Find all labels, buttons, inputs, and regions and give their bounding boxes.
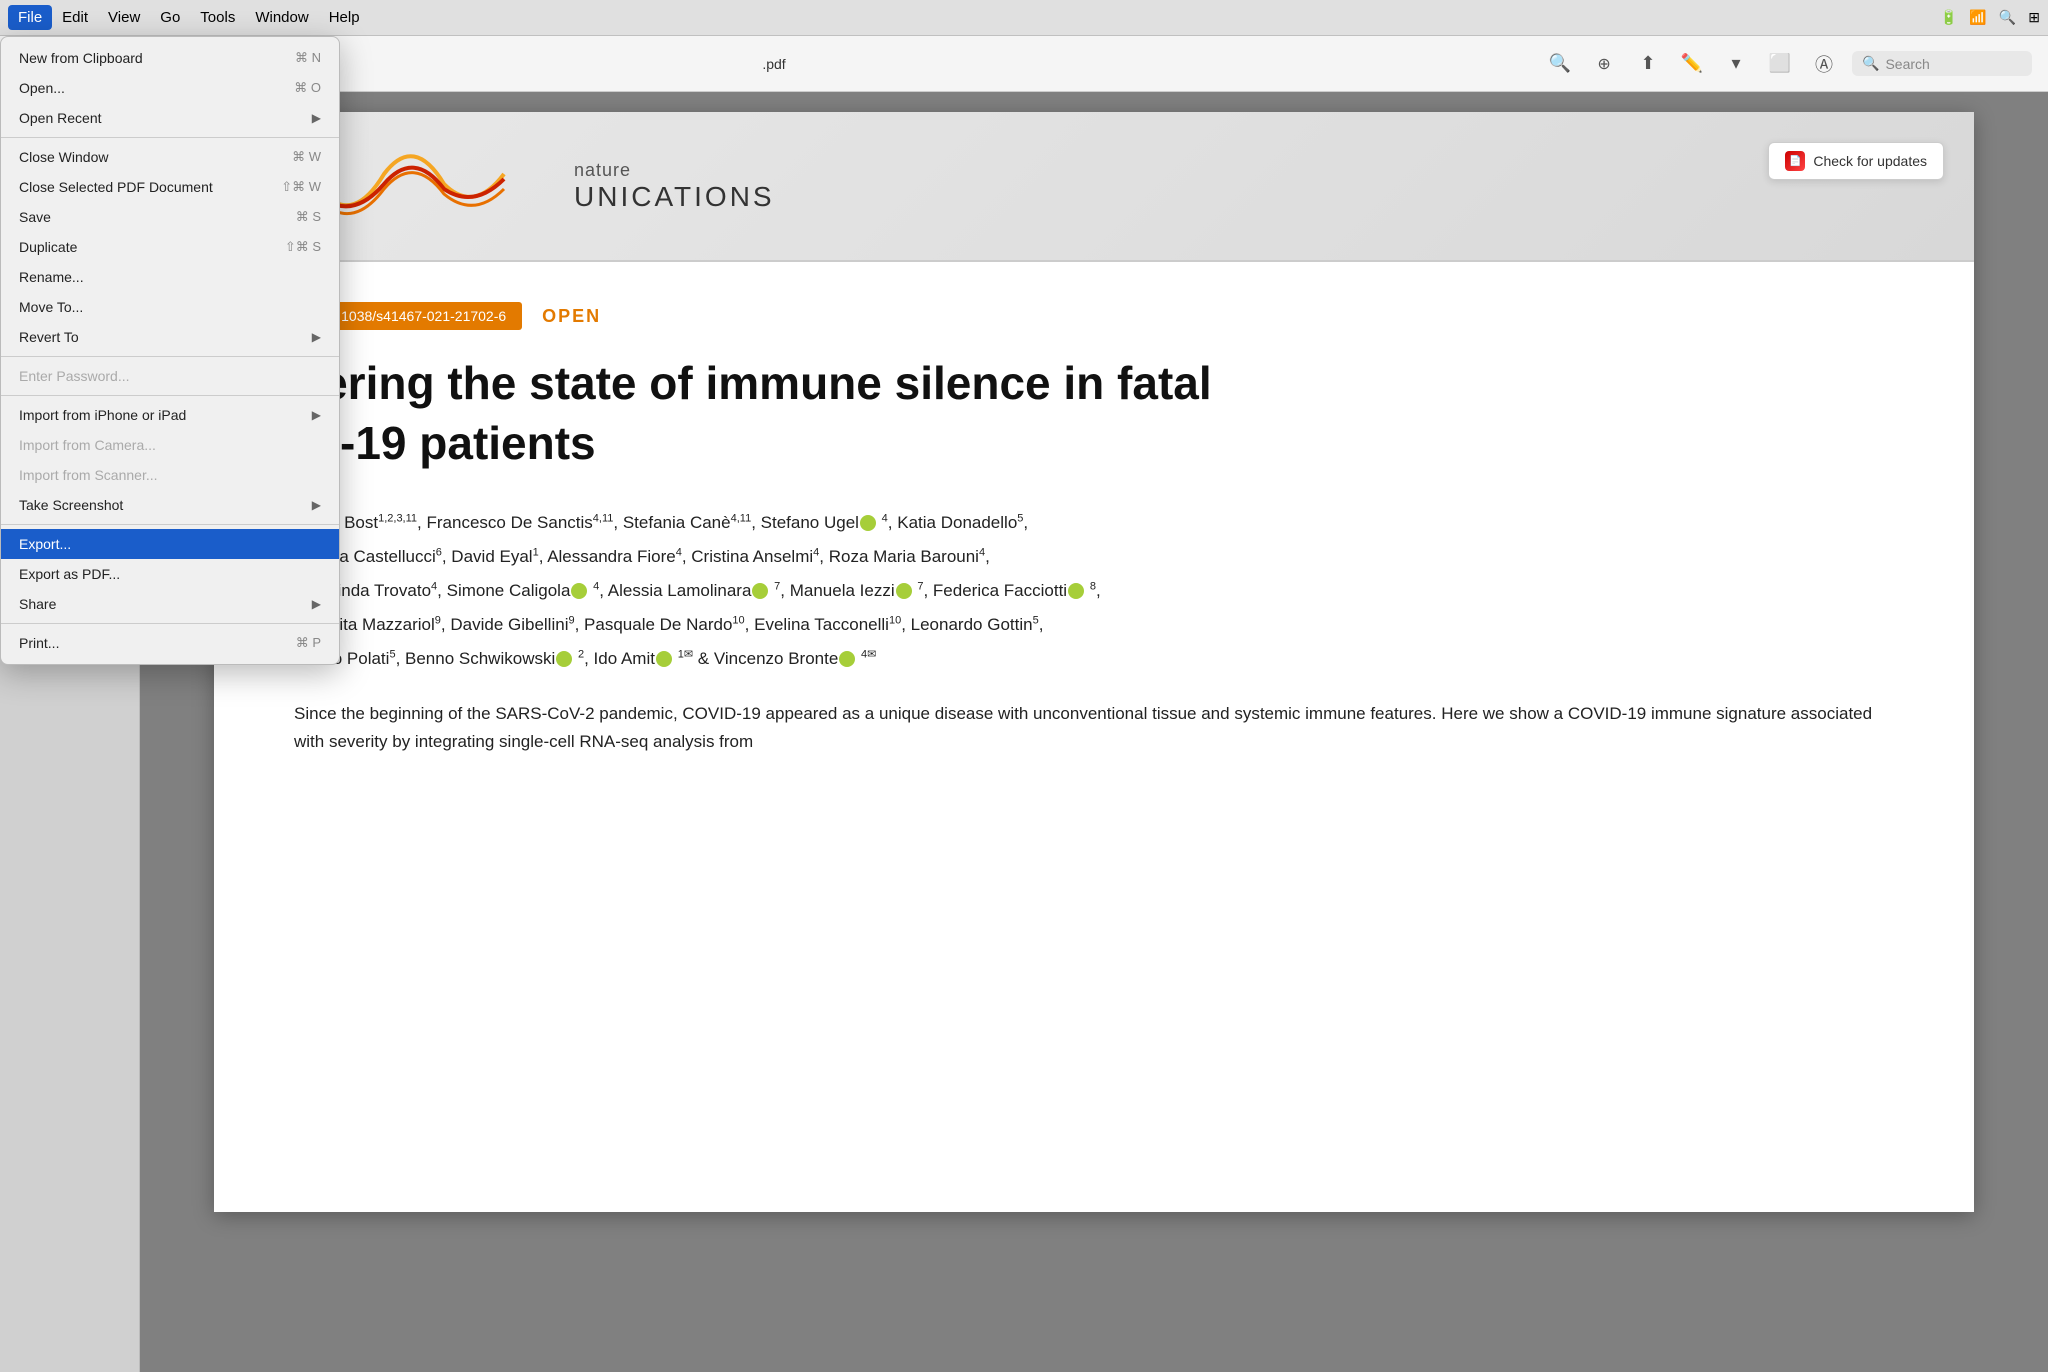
info-button[interactable]: Ⓐ (1808, 48, 1840, 80)
menu-bar: File Edit View Go Tools Window Help 🔋 📶 … (0, 0, 2048, 36)
submenu-arrow: ▶ (312, 498, 321, 512)
menu-help[interactable]: Help (319, 5, 370, 30)
submenu-arrow: ▶ (312, 597, 321, 611)
menu-item-take-screenshot[interactable]: Take Screenshot ▶ (1, 490, 339, 520)
menu-window[interactable]: Window (245, 5, 318, 30)
menu-item-shortcut: ⌘ W (292, 149, 321, 165)
menu-item-label: Save (19, 209, 51, 225)
journal-header: nature UNICATIONS (214, 112, 1974, 262)
menu-item-save[interactable]: Save ⌘ S (1, 202, 339, 232)
file-dropdown-menu: New from Clipboard ⌘ N Open... ⌘ O Open … (0, 36, 340, 665)
menu-item-shortcut: ⇧⌘ S (285, 239, 321, 255)
menu-item-label: Revert To (19, 329, 79, 345)
menu-item-export[interactable]: Export... (1, 529, 339, 559)
menu-item-print[interactable]: Print... ⌘ P (1, 628, 339, 658)
menu-edit[interactable]: Edit (52, 5, 98, 30)
open-access-badge: OPEN (542, 306, 601, 327)
menu-divider-3 (1, 395, 339, 396)
annotate-button[interactable]: ✏️ (1676, 48, 1708, 80)
menu-item-share[interactable]: Share ▶ (1, 589, 339, 619)
menu-item-label: Open Recent (19, 110, 102, 126)
check-updates-label: Check for updates (1813, 153, 1927, 169)
menu-item-label: Close Selected PDF Document (19, 179, 213, 195)
annotate-dropdown[interactable]: ▾ (1720, 48, 1752, 80)
menu-item-import-scanner: Import from Scanner... (1, 460, 339, 490)
menu-item-shortcut: ⇧⌘ W (281, 179, 321, 195)
abstract-text: Since the beginning of the SARS-CoV-2 pa… (294, 700, 1894, 758)
menu-item-label: Export... (19, 536, 71, 552)
menu-item-close-pdf[interactable]: Close Selected PDF Document ⇧⌘ W (1, 172, 339, 202)
menu-item-duplicate[interactable]: Duplicate ⇧⌘ S (1, 232, 339, 262)
control-center-icon[interactable]: ⊞ (2028, 9, 2040, 26)
menu-item-import-iphone[interactable]: Import from iPhone or iPad ▶ (1, 400, 339, 430)
search-icon-small: 🔍 (1862, 55, 1879, 72)
menu-item-open[interactable]: Open... ⌘ O (1, 73, 339, 103)
share-button[interactable]: ⬆ (1632, 48, 1664, 80)
menu-item-label: Import from Camera... (19, 437, 156, 453)
submenu-arrow: ▶ (312, 408, 321, 422)
menu-item-label: Import from iPhone or iPad (19, 407, 186, 423)
menu-go[interactable]: Go (150, 5, 190, 30)
zoom-out-button[interactable]: 🔍 (1544, 48, 1576, 80)
sidebar-toggle[interactable]: ⬜ (1764, 48, 1796, 80)
pdf-page: 📄 Check for updates nature UNICATIONS (214, 112, 1974, 1212)
menu-item-shortcut: ⌘ N (295, 50, 321, 66)
menu-item-shortcut: ⌘ S (296, 209, 321, 225)
menu-item-label: New from Clipboard (19, 50, 143, 66)
menu-item-close-window[interactable]: Close Window ⌘ W (1, 142, 339, 172)
menu-item-label: Share (19, 596, 56, 612)
menu-tools[interactable]: Tools (190, 5, 245, 30)
menu-item-label: Print... (19, 635, 59, 651)
zoom-in-button[interactable]: ⊕ (1588, 48, 1620, 80)
menu-item-shortcut: ⌘ O (294, 80, 321, 96)
menu-divider-5 (1, 623, 339, 624)
submenu-arrow: ▶ (312, 330, 321, 344)
menu-item-label: Close Window (19, 149, 108, 165)
authors-section: Pierre Bost1,2,3,11, Francesco De Sancti… (294, 506, 1894, 676)
menu-item-label: Rename... (19, 269, 84, 285)
menu-item-open-recent[interactable]: Open Recent ▶ (1, 103, 339, 133)
menu-divider-2 (1, 356, 339, 357)
menu-item-label: Take Screenshot (19, 497, 123, 513)
pdf-main-view: 📄 Check for updates nature UNICATIONS (140, 92, 2048, 1372)
check-updates-button[interactable]: 📄 Check for updates (1768, 142, 1944, 180)
menu-item-label: Open... (19, 80, 65, 96)
menu-item-new-clipboard[interactable]: New from Clipboard ⌘ N (1, 43, 339, 73)
doi-section: g/10.1038/s41467-021-21702-6 OPEN (294, 302, 1894, 330)
readdle-icon: 📄 (1785, 151, 1805, 171)
search-placeholder: Search (1885, 56, 1929, 72)
menu-file[interactable]: File (8, 5, 52, 30)
menu-item-move-to[interactable]: Move To... (1, 292, 339, 322)
menu-divider-1 (1, 137, 339, 138)
menu-item-import-camera: Import from Camera... (1, 430, 339, 460)
menu-item-label: Import from Scanner... (19, 467, 158, 483)
menu-item-label: Move To... (19, 299, 83, 315)
system-icons: 🔋 📶 🔍 ⊞ (1940, 9, 2040, 26)
menu-item-rename[interactable]: Rename... (1, 262, 339, 292)
menu-item-shortcut: ⌘ P (296, 635, 321, 651)
journal-name: nature UNICATIONS (574, 160, 775, 213)
article-title: hering the state of immune silence in fa… (294, 354, 1894, 474)
menu-item-revert-to[interactable]: Revert To ▶ (1, 322, 339, 352)
menu-item-password: Enter Password... (1, 361, 339, 391)
submenu-arrow: ▶ (312, 111, 321, 125)
toolbar-title: .pdf (762, 56, 785, 72)
battery-icon: 🔋 (1940, 9, 1957, 26)
menu-divider-4 (1, 524, 339, 525)
search-box[interactable]: 🔍 Search (1852, 51, 2032, 76)
wifi-icon: 📶 (1969, 9, 1986, 26)
menu-item-label: Duplicate (19, 239, 77, 255)
menu-view[interactable]: View (98, 5, 150, 30)
menu-item-export-pdf[interactable]: Export as PDF... (1, 559, 339, 589)
menu-item-label: Export as PDF... (19, 566, 120, 582)
search-icon[interactable]: 🔍 (1999, 9, 2016, 26)
